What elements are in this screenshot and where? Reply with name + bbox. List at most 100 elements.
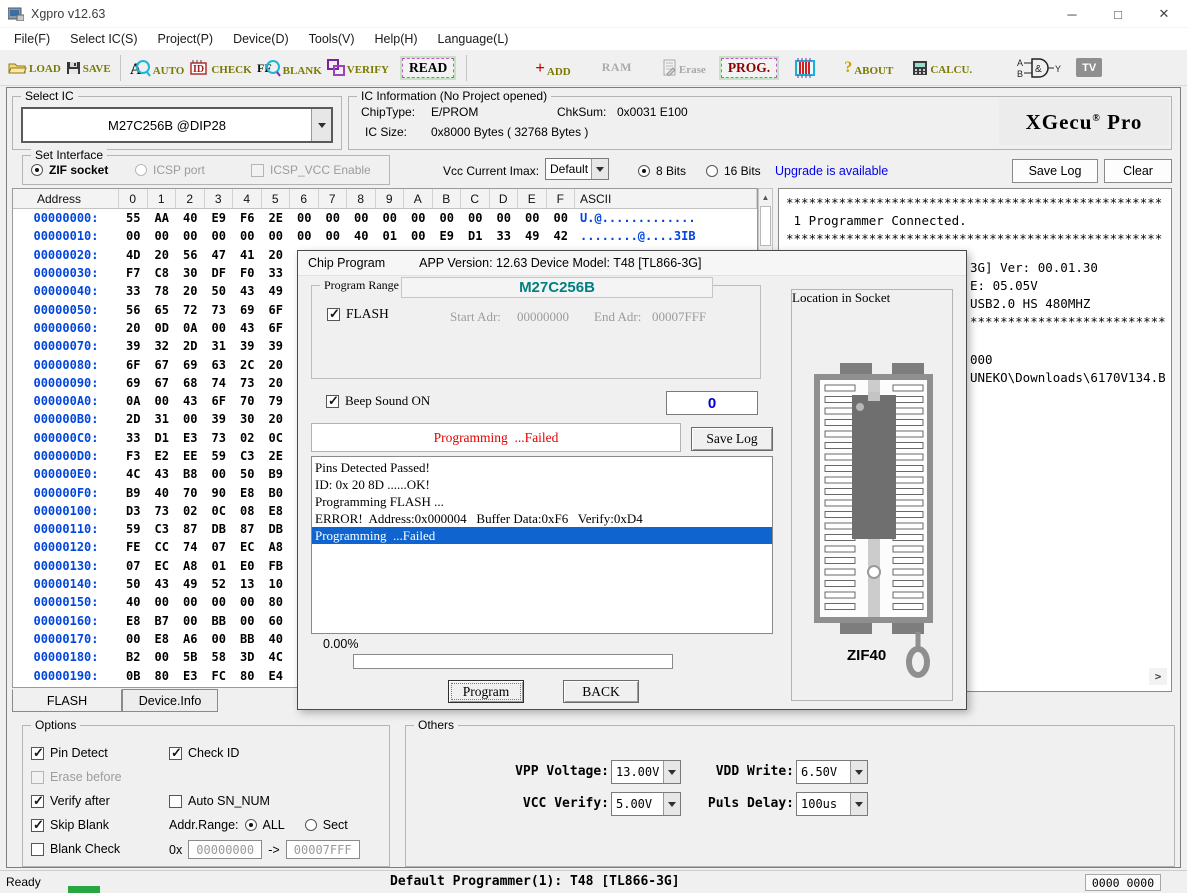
hex-byte[interactable]: B8 [148, 687, 177, 688]
read-button[interactable]: READ [402, 58, 454, 78]
hex-byte[interactable]: 01 [376, 229, 405, 243]
hex-byte[interactable]: 33 [119, 284, 148, 298]
hex-byte[interactable]: 67 [148, 358, 177, 372]
hex-byte[interactable]: 56 [176, 248, 205, 262]
hex-byte[interactable]: 70 [233, 394, 262, 408]
dialog-log-line[interactable]: ERROR! Address:0x000004 Buffer Data:0xF6… [312, 510, 772, 527]
vdd-write-combo[interactable]: 6.50V [796, 760, 868, 784]
hex-byte[interactable]: 56 [119, 303, 148, 317]
back-button[interactable]: BACK [563, 680, 639, 703]
hex-byte[interactable]: 00 [376, 211, 405, 225]
hex-byte[interactable]: 02 [233, 431, 262, 445]
hex-byte[interactable]: E8 [262, 504, 291, 518]
hex-byte[interactable]: 00 [148, 229, 177, 243]
puls-delay-combo[interactable]: 100us [796, 792, 868, 816]
hex-byte[interactable]: 40 [176, 211, 205, 225]
hex-byte[interactable]: 55 [119, 211, 148, 225]
hex-byte[interactable]: 33 [262, 266, 291, 280]
hex-byte[interactable]: 40 [119, 595, 148, 609]
select-ic-combo[interactable]: M27C256B @DIP28 [21, 107, 333, 143]
hex-byte[interactable]: 0C [262, 431, 291, 445]
hex-byte[interactable]: 49 [176, 577, 205, 591]
addr-sect-radio[interactable] [305, 819, 317, 831]
hex-byte[interactable]: 42 [547, 229, 576, 243]
hex-byte[interactable]: 4C [119, 467, 148, 481]
scroll-up-icon[interactable]: ▲ [759, 189, 772, 205]
hex-byte[interactable]: 74 [205, 376, 234, 390]
hex-byte[interactable]: 00 [518, 211, 547, 225]
tab-device-info[interactable]: Device.Info [122, 689, 218, 712]
addr-from-field[interactable]: 00000000 [188, 840, 262, 859]
hex-byte[interactable]: 87 [176, 522, 205, 536]
ram-button[interactable]: RAM [602, 60, 632, 75]
hex-byte[interactable]: A8 [176, 559, 205, 573]
hex-byte[interactable]: 00 [176, 614, 205, 628]
hex-byte[interactable]: 00 [176, 229, 205, 243]
hex-byte[interactable]: 00 [233, 614, 262, 628]
hex-byte[interactable]: 74 [176, 540, 205, 554]
hex-byte[interactable]: 43 [233, 321, 262, 335]
chevron-down-icon[interactable] [850, 793, 867, 815]
hex-byte[interactable]: 2C [233, 358, 262, 372]
hex-byte[interactable]: 00 [176, 595, 205, 609]
hex-byte[interactable]: E8 [148, 632, 177, 646]
log-scroll-right-button[interactable]: > [1149, 668, 1167, 685]
hex-byte[interactable]: 78 [148, 284, 177, 298]
icsp-vcc-checkbox[interactable] [251, 164, 264, 177]
hex-byte[interactable]: 50 [233, 467, 262, 481]
hex-byte[interactable]: 8E [176, 687, 205, 688]
hex-byte[interactable]: 6F [262, 321, 291, 335]
hex-byte[interactable]: 50 [205, 284, 234, 298]
hex-byte[interactable]: 31 [148, 412, 177, 426]
chevron-down-icon[interactable] [850, 761, 867, 783]
hex-byte[interactable]: 43 [148, 467, 177, 481]
hex-byte[interactable]: 43 [233, 284, 262, 298]
hex-byte[interactable]: 00 [461, 211, 490, 225]
chip-test-button[interactable] [793, 58, 817, 78]
hex-byte[interactable]: FB [262, 559, 291, 573]
menu-item[interactable]: Language(L) [428, 32, 519, 46]
hex-byte[interactable]: 00 [148, 650, 177, 664]
hex-byte[interactable]: 13 [233, 577, 262, 591]
hex-byte[interactable]: 39 [233, 339, 262, 353]
hex-byte[interactable]: BB [205, 614, 234, 628]
hex-byte[interactable]: 33 [119, 431, 148, 445]
menu-item[interactable]: Device(D) [223, 32, 299, 46]
vcc-current-combo[interactable]: Default [545, 158, 609, 180]
hex-byte[interactable]: 30 [176, 266, 205, 280]
hex-byte[interactable]: 4C [262, 650, 291, 664]
hex-byte[interactable]: E3 [176, 431, 205, 445]
hex-byte[interactable]: 69 [119, 376, 148, 390]
hex-byte[interactable]: 73 [205, 431, 234, 445]
hex-byte[interactable]: B8 [176, 467, 205, 481]
hex-byte[interactable]: 00 [433, 211, 462, 225]
dialog-log-line[interactable]: Programming ...Failed [312, 527, 772, 544]
hex-byte[interactable]: 49 [518, 229, 547, 243]
hex-byte[interactable]: 07 [119, 559, 148, 573]
hex-byte[interactable]: 47 [205, 248, 234, 262]
flash-checkbox[interactable] [327, 308, 340, 321]
blank-check-button[interactable]: FF BLANK [257, 59, 322, 77]
hex-byte[interactable]: 43 [148, 577, 177, 591]
hex-byte[interactable]: 00 [290, 229, 319, 243]
hex-byte[interactable]: 5B [176, 650, 205, 664]
hex-byte[interactable]: 43 [176, 394, 205, 408]
calcu-button[interactable]: CALCU. [912, 60, 972, 76]
hex-byte[interactable]: 3D [233, 650, 262, 664]
hex-byte[interactable]: E9 [433, 229, 462, 243]
dialog-log-line[interactable]: Pins Detected Passed! [312, 459, 772, 476]
hex-byte[interactable]: 2E [262, 449, 291, 463]
hex-byte[interactable]: 67 [148, 376, 177, 390]
program-button[interactable]: Program [448, 680, 524, 703]
hex-byte[interactable]: 20 [262, 358, 291, 372]
hex-byte[interactable]: 49 [262, 284, 291, 298]
hex-byte[interactable]: 39 [262, 339, 291, 353]
hex-byte[interactable]: 00 [233, 229, 262, 243]
scroll-thumb[interactable] [760, 206, 771, 246]
dialog-save-log-button[interactable]: Save Log [691, 427, 773, 451]
dialog-log-line[interactable]: ID: 0x 20 8D ......OK! [312, 476, 772, 493]
hex-byte[interactable]: 50 [119, 577, 148, 591]
hex-byte[interactable]: CC [148, 540, 177, 554]
hex-byte[interactable]: 00 [404, 211, 433, 225]
hex-byte[interactable]: 2D [176, 339, 205, 353]
